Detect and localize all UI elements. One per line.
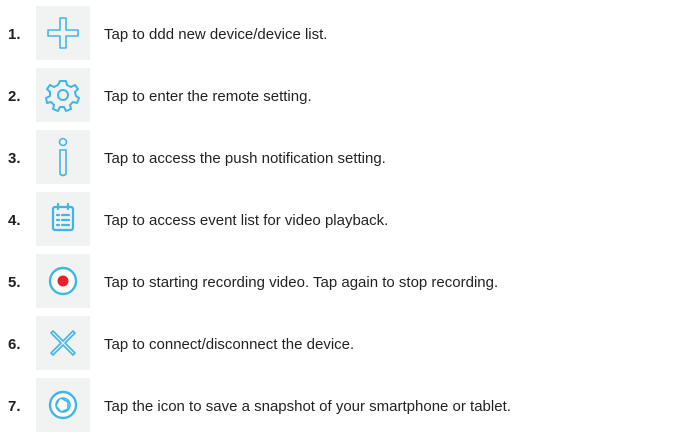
list-item-notification: 3. Tap to access the push notification s… — [0, 124, 682, 184]
list-item-add: 1. Tap to ddd new device/device list. — [0, 0, 682, 60]
event-list-icon — [36, 192, 90, 246]
item-description: Tap to connect/disconnect the device. — [104, 336, 355, 353]
snapshot-icon — [36, 378, 90, 432]
disconnect-icon — [36, 316, 90, 370]
icon-legend-list: 1. Tap to ddd new device/device list. 2.… — [0, 0, 682, 434]
item-description: Tap to starting recording video. Tap aga… — [104, 274, 499, 291]
add-icon — [36, 6, 90, 60]
list-item-connect: 6. Tap to connect/disconnect the device. — [0, 310, 682, 370]
list-item-settings: 2. Tap to enter the remote setting. — [0, 62, 682, 122]
item-number: 5. — [8, 274, 21, 291]
list-item-snapshot: 7. Tap the icon to save a snapshot of yo… — [0, 372, 682, 432]
item-number: 3. — [8, 150, 21, 167]
list-item-record: 5. Tap to starting recording video. Tap … — [0, 248, 682, 308]
item-description: Tap to enter the remote setting. — [104, 88, 312, 105]
gear-icon — [36, 68, 90, 122]
record-icon — [36, 254, 90, 308]
info-icon — [36, 130, 90, 184]
item-number: 4. — [8, 212, 21, 229]
item-description: Tap to access event list for video playb… — [104, 212, 389, 229]
item-number: 6. — [8, 336, 21, 353]
item-description: Tap the icon to save a snapshot of your … — [104, 398, 511, 415]
item-description: Tap to ddd new device/device list. — [104, 26, 328, 43]
item-description: Tap to access the push notification sett… — [104, 150, 386, 167]
item-number: 7. — [8, 398, 21, 415]
item-number: 2. — [8, 88, 21, 105]
item-number: 1. — [8, 26, 21, 43]
list-item-event-list: 4. Tap to access event list for video pl… — [0, 186, 682, 246]
